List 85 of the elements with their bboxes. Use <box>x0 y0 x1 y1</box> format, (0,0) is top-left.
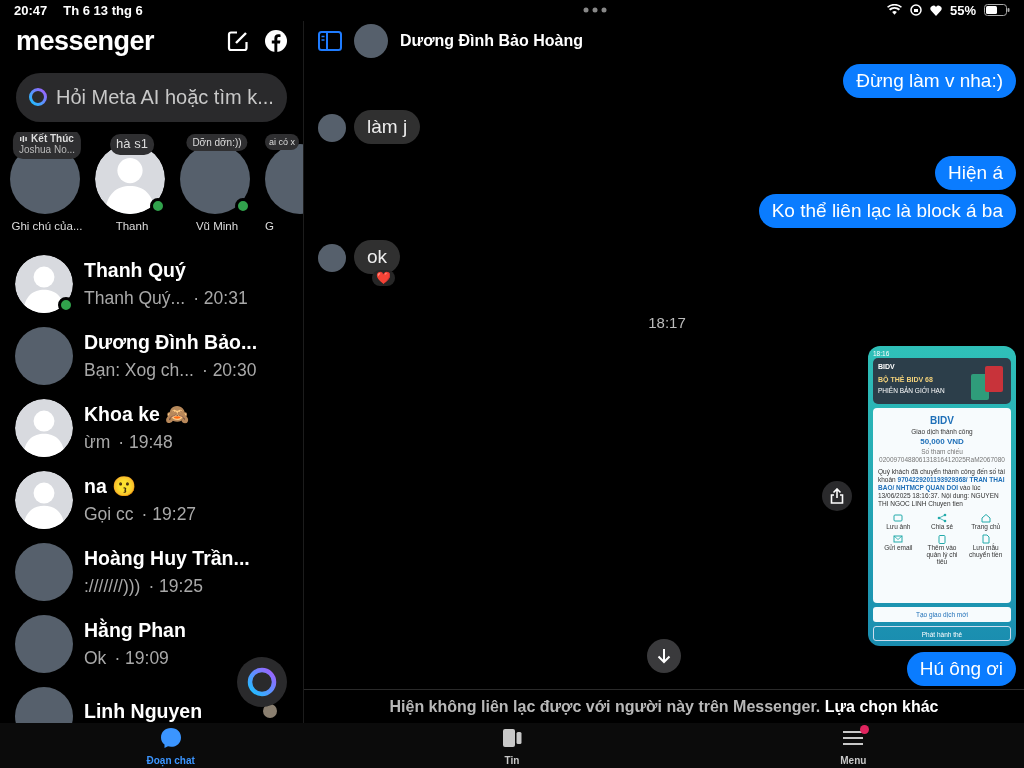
logo-icon <box>265 29 287 52</box>
chat-bubble-icon <box>159 727 182 749</box>
more-dots-icon <box>582 7 607 14</box>
chat-time: · 20:30 <box>201 359 257 382</box>
tab[interactable]: Đoạn chat <box>0 723 342 768</box>
document-icon <box>980 533 991 544</box>
status-date: Th 6 13 thg 6 <box>63 1 143 20</box>
chat-time: · 19:27 <box>141 503 197 526</box>
clipboard-icon <box>937 533 947 544</box>
search-field[interactable]: Hỏi Meta AI hoặc tìm k... <box>16 72 287 122</box>
story-note: Dỡn dỡn:)) <box>186 133 248 152</box>
tab[interactable]: Menu <box>682 723 1024 768</box>
chat-preview: Ok <box>84 647 107 670</box>
transaction-amount: 50,000 VND <box>919 436 965 448</box>
contact-name: Dương Đình Bảo Hoàng <box>400 30 583 51</box>
stories-icon <box>501 727 523 749</box>
compose-button[interactable] <box>227 29 249 52</box>
bank-cards-drawing <box>969 366 1005 401</box>
chat-preview: Gọi cc <box>84 503 134 526</box>
mail-icon <box>893 533 904 544</box>
compose-icon <box>227 29 249 52</box>
home-icon <box>980 513 991 524</box>
avatar-photo <box>354 23 388 58</box>
chat-name: na 😗 <box>84 473 138 499</box>
chat-name: Hoàng Huy Trần... <box>84 545 250 571</box>
heart-icon <box>929 4 942 16</box>
share-button[interactable] <box>822 481 852 512</box>
received-message: làm j <box>354 109 421 144</box>
meta-ai-button[interactable] <box>237 657 287 707</box>
notice-text: Hiện không liên lạc được với người này trên Messenger. Lựa chọn khác <box>389 696 939 717</box>
story-note: Kết Thúc Joshua No... <box>12 131 82 159</box>
chat-item[interactable]: Khoa ke 🙈 ừm · 19:48 <box>0 391 303 464</box>
chat-item[interactable]: Thanh Quý Thanh Quý... · 20:31 <box>0 247 303 320</box>
scroll-down-button[interactable] <box>647 639 681 673</box>
avatar-photo <box>318 113 346 142</box>
chat-preview: ừm <box>84 431 111 454</box>
story-note: ai có x <box>265 133 299 151</box>
sent-message: Ko thể liên lạc là block á ba <box>758 193 1016 228</box>
bank-logo: BIDV <box>929 414 955 429</box>
audio-bars-icon <box>20 135 28 142</box>
chat-name: Thanh Quý <box>84 257 187 283</box>
story-note: hà s1 <box>110 133 154 155</box>
wifi-icon <box>886 4 902 17</box>
timestamp: 18:17 <box>648 312 686 333</box>
battery-icon <box>984 4 1010 17</box>
ai-ring-icon <box>28 87 48 108</box>
chat-time: · 19:48 <box>118 431 173 454</box>
chat-item[interactable]: na 😗 Gọi cc · 19:27 <box>0 463 303 536</box>
arrow-down-icon <box>657 648 671 664</box>
story-name: Ghi chú của... <box>10 218 84 234</box>
facebook-button[interactable] <box>265 29 287 52</box>
chat-name: Khoa ke 🙈 <box>84 401 190 427</box>
status-time: 20:47 <box>14 1 48 20</box>
chat-name: Hằng Phan <box>84 617 186 643</box>
image-icon <box>893 513 904 524</box>
chat-time: · 19:25 <box>148 575 203 598</box>
lock-rotation-icon <box>909 4 922 17</box>
chat-preview: Thanh Quý... <box>84 287 186 310</box>
app-title: messenger <box>16 24 156 58</box>
battery-percent: 55% <box>949 1 976 20</box>
avatar-photo <box>318 243 346 272</box>
options-link[interactable]: Lựa chọn khác <box>824 697 939 715</box>
sidebar-toggle-button[interactable] <box>318 30 342 51</box>
chat-item[interactable]: Hằng Phan Ok · 19:09 <box>0 607 303 680</box>
image-message[interactable] <box>868 346 1016 647</box>
story-name: Thanh <box>114 218 150 234</box>
share-icon <box>937 513 947 524</box>
sidebar-icon <box>318 30 342 51</box>
chat-time: · 19:09 <box>114 647 169 670</box>
story-name: G <box>265 218 275 234</box>
chat-time: · 20:31 <box>193 287 248 310</box>
sent-message: Đừng làm v nha:) <box>843 63 1016 98</box>
share-icon <box>830 488 844 505</box>
chat-preview: :///////))) <box>84 575 141 598</box>
chat-name: Linh Nguyen <box>84 698 203 723</box>
story-name: Vũ Minh <box>194 218 240 234</box>
chat-item[interactable]: Dương Đình Bảo... Bạn: Xog ch... · 20:30 <box>0 319 303 392</box>
search-input[interactable]: Hỏi Meta AI hoặc tìm k... <box>56 82 275 113</box>
sent-message: Hiện á <box>935 155 1016 190</box>
ai-ring-icon <box>247 667 277 697</box>
tab[interactable]: Tin <box>341 723 683 768</box>
chat-item[interactable]: Hoàng Huy Trần... :///////))) · 19:25 <box>0 535 303 608</box>
chat-preview: Bạn: Xog ch... <box>84 359 194 382</box>
chat-name: Dương Đình Bảo... <box>84 329 258 355</box>
sent-message: Hú ông ơi <box>906 652 1016 687</box>
